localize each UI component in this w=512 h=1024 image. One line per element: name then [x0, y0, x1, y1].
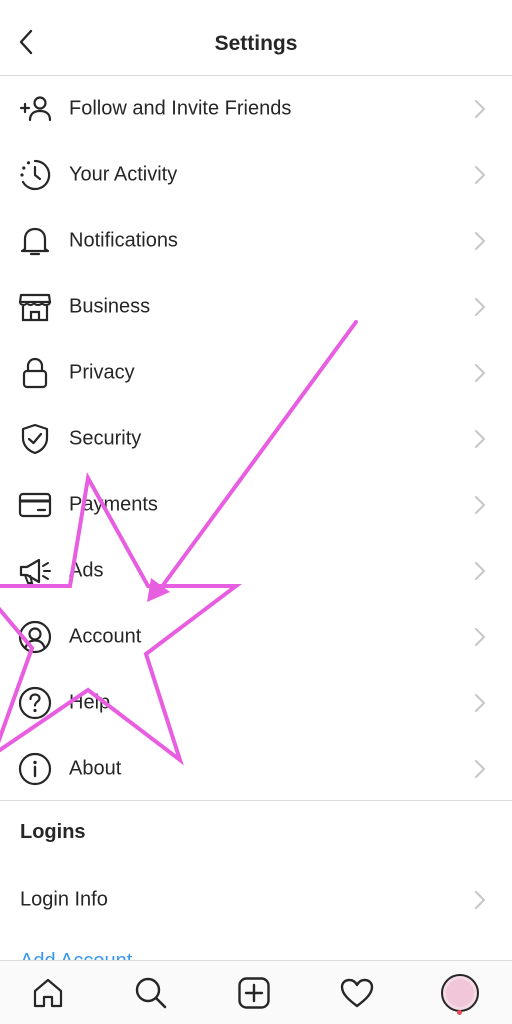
- chevron-right-icon: [475, 562, 485, 580]
- chevron-right-icon: [475, 891, 485, 909]
- chevron-right-icon: [475, 628, 485, 646]
- menu-item-security[interactable]: Security: [0, 406, 512, 472]
- menu-item-label: Login Info: [20, 888, 108, 911]
- home-icon: [33, 978, 63, 1008]
- menu-item-privacy[interactable]: Privacy: [0, 340, 512, 406]
- notification-dot: [457, 1010, 462, 1015]
- menu-item-help[interactable]: Help: [0, 670, 512, 736]
- user-circle-icon: [17, 619, 53, 655]
- chevron-right-icon: [475, 430, 485, 448]
- chevron-right-icon: [475, 496, 485, 514]
- new-post-tab[interactable]: [234, 973, 274, 1013]
- chevron-right-icon: [475, 694, 485, 712]
- menu-item-label: Notifications: [69, 229, 178, 252]
- menu-item-label: Payments: [69, 493, 158, 516]
- info-circle-icon: [17, 751, 53, 787]
- chevron-right-icon: [475, 100, 485, 118]
- credit-card-icon: [17, 487, 53, 523]
- activity-clock-icon: [17, 157, 53, 193]
- menu-item-ads[interactable]: Ads: [0, 538, 512, 604]
- search-icon: [135, 977, 167, 1009]
- menu-item-label: Security: [69, 427, 142, 450]
- new-post-icon: [238, 977, 270, 1009]
- chevron-right-icon: [475, 232, 485, 250]
- bell-icon: [17, 223, 53, 259]
- menu-item-about[interactable]: About: [0, 736, 512, 802]
- menu-item-label: About: [69, 757, 122, 780]
- menu-item-your-activity[interactable]: Your Activity: [0, 142, 512, 208]
- menu-item-payments[interactable]: Payments: [0, 472, 512, 538]
- search-tab[interactable]: [131, 973, 171, 1013]
- help-circle-icon: [17, 685, 53, 721]
- menu-item-account[interactable]: Account: [0, 604, 512, 670]
- header: Settings: [0, 0, 512, 76]
- chevron-right-icon: [475, 760, 485, 778]
- home-tab[interactable]: [28, 973, 68, 1013]
- profile-tab[interactable]: [440, 973, 480, 1013]
- section-divider: [0, 800, 512, 801]
- storefront-icon: [17, 289, 53, 325]
- menu-item-label: Privacy: [69, 361, 135, 384]
- logins-heading: Logins: [20, 821, 86, 843]
- menu-item-label: Help: [69, 691, 111, 714]
- megaphone-icon: [17, 553, 53, 589]
- menu-item-label: Business: [69, 295, 151, 318]
- menu-item-notifications[interactable]: Notifications: [0, 208, 512, 274]
- menu-item-label: Account: [69, 625, 142, 648]
- menu-item-label: Follow and Invite Friends: [69, 97, 292, 120]
- menu-item-login-info[interactable]: Login Info: [0, 867, 512, 933]
- avatar: [441, 974, 479, 1012]
- menu-item-follow-invite[interactable]: Follow and Invite Friends: [0, 76, 512, 142]
- menu-item-business[interactable]: Business: [0, 274, 512, 340]
- bottom-tab-bar: [0, 960, 512, 1024]
- chevron-right-icon: [475, 298, 485, 316]
- lock-icon: [17, 355, 53, 391]
- shield-check-icon: [17, 421, 53, 457]
- avatar-image: [446, 979, 474, 1007]
- menu-item-label: Your Activity: [69, 163, 178, 186]
- menu-item-label: Ads: [69, 559, 104, 582]
- heart-icon: [340, 978, 374, 1008]
- page-title: Settings: [214, 32, 298, 55]
- add-person-icon: [17, 91, 53, 127]
- settings-menu: Follow and Invite Friends Your Activity …: [0, 76, 512, 802]
- chevron-right-icon: [475, 364, 485, 382]
- chevron-right-icon: [475, 166, 485, 184]
- activity-tab[interactable]: [337, 973, 377, 1013]
